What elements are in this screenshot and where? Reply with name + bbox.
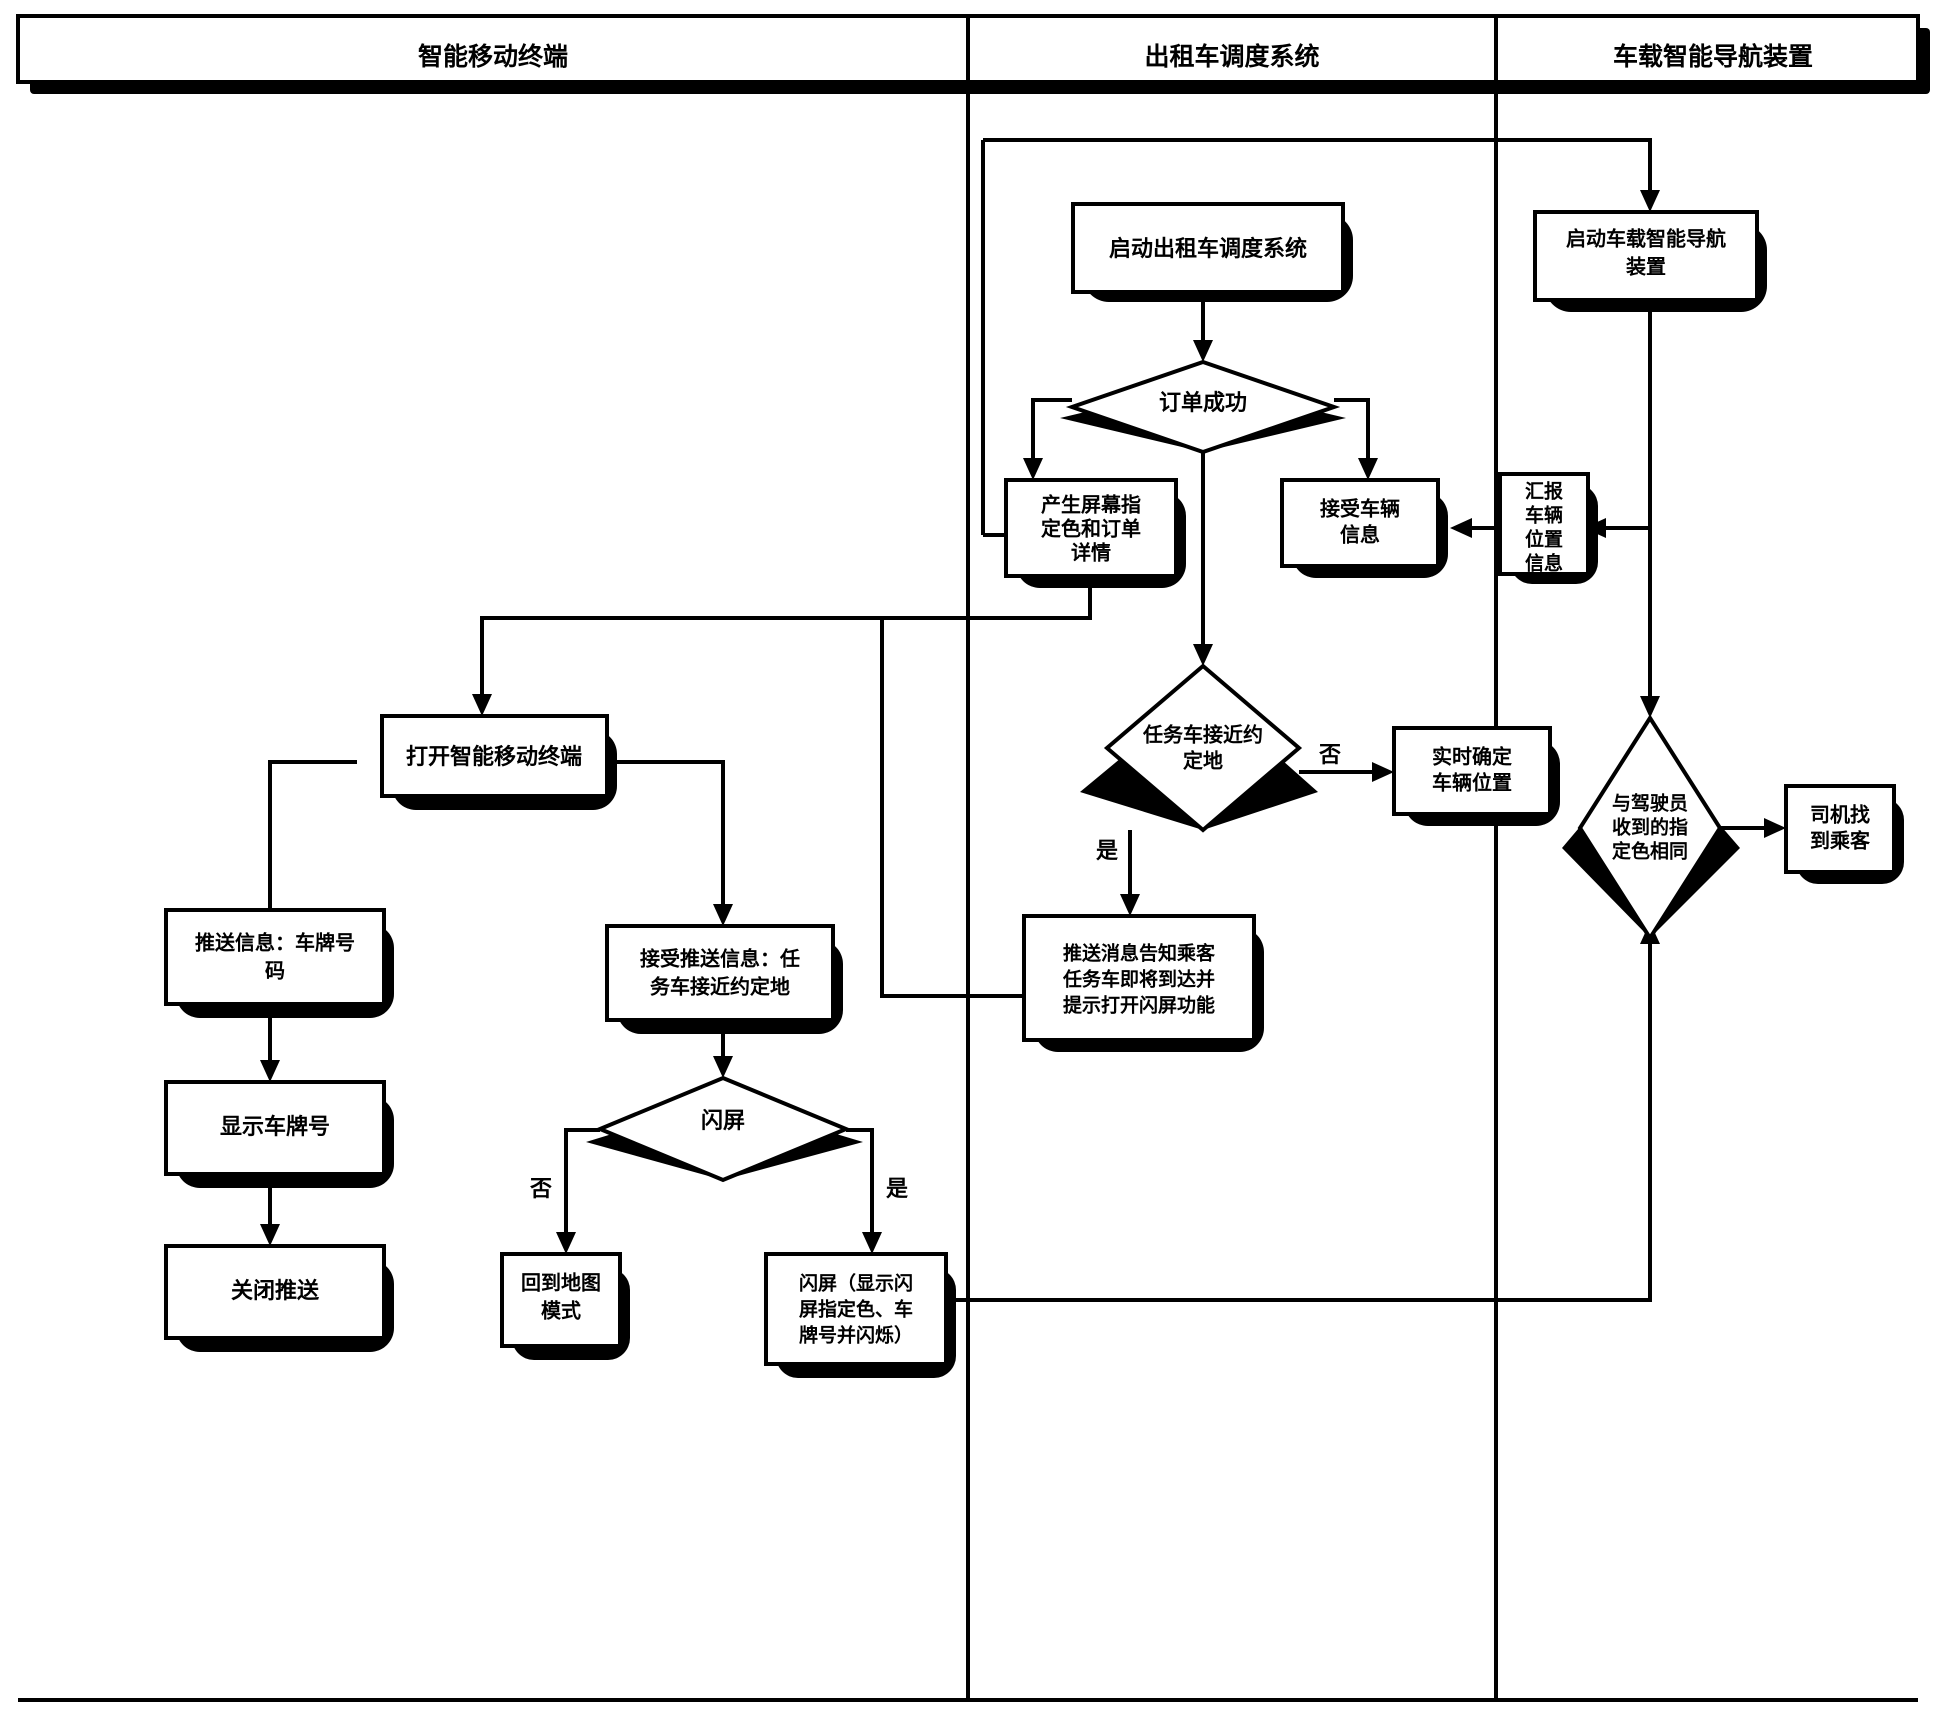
node-flash-screen-display[interactable]: 闪屏（显示闪 屏指定色、车 牌号并闪烁） xyxy=(764,1252,956,1378)
node-flash-screen-display-line-2: 牌号并闪烁） xyxy=(799,1324,913,1347)
node-close-push[interactable]: 关闭推送 xyxy=(164,1244,394,1352)
node-flash-screen-decision-line-0: 闪屏 xyxy=(701,1109,745,1134)
node-report-vehicle-position-line-1: 车辆 xyxy=(1525,504,1563,527)
node-flash-screen-display-line-1: 屏指定色、车 xyxy=(799,1298,913,1321)
node-task-car-near-destination-line-1: 定地 xyxy=(1183,749,1223,773)
node-show-plate-number[interactable]: 显示车牌号 xyxy=(164,1080,394,1188)
swimlane-header: 智能移动终端 出租车调度系统 车载智能导航装置 xyxy=(16,14,1930,94)
node-order-success-line-0: 订单成功 xyxy=(1159,391,1247,416)
node-receive-push-info-line-1: 务车接近约定地 xyxy=(650,975,790,999)
node-report-vehicle-position-line-2: 位置 xyxy=(1525,528,1563,551)
node-close-push-line-0: 关闭推送 xyxy=(231,1278,319,1304)
node-receive-push-info[interactable]: 接受推送信息：任 务车接近约定地 xyxy=(605,924,843,1034)
edge-label-flash-no: 否 xyxy=(529,1177,552,1202)
flowchart-svg: 智能移动终端 出租车调度系统 车载智能导航装置 否 是 否 是 启动出租车调度系… xyxy=(16,14,1930,1702)
node-color-matches-driver-line-0: 与驾驶员 xyxy=(1612,792,1688,815)
node-open-mobile-terminal[interactable]: 打开智能移动终端 xyxy=(380,714,617,810)
node-push-arrival-message-line-2: 提示打开闪屏功能 xyxy=(1063,994,1215,1017)
node-receive-push-info-line-0: 接受推送信息：任 xyxy=(640,947,800,971)
node-flash-screen-display-line-0: 闪屏（显示闪 xyxy=(799,1272,913,1295)
node-push-arrival-message-line-0: 推送消息告知乘客 xyxy=(1063,942,1216,965)
node-report-vehicle-position[interactable]: 汇报 车辆 位置 信息 xyxy=(1498,472,1598,584)
node-driver-found-passenger[interactable]: 司机找 到乘客 xyxy=(1784,784,1904,884)
node-open-mobile-terminal-line-0: 打开智能移动终端 xyxy=(406,744,582,770)
node-start-dispatch[interactable]: 启动出租车调度系统 xyxy=(1071,202,1353,302)
node-report-vehicle-position-line-3: 信息 xyxy=(1525,552,1563,575)
node-push-plate-number-line-0: 推送信息：车牌号 xyxy=(195,931,355,955)
node-flash-screen-decision[interactable]: 闪屏 xyxy=(586,1075,863,1183)
node-generate-screen-color-line-1: 定色和订单 xyxy=(1041,517,1141,541)
node-accept-vehicle-info-line-0: 接受车辆 xyxy=(1320,497,1400,521)
node-start-nav-device-line-1: 装置 xyxy=(1625,255,1666,279)
node-realtime-vehicle-position-line-1: 车辆位置 xyxy=(1432,771,1512,795)
lane-title-nav: 车载智能导航装置 xyxy=(1613,42,1813,71)
edge-label-near-dest-no: 否 xyxy=(1318,743,1341,768)
node-push-arrival-message[interactable]: 推送消息告知乘客 任务车即将到达并 提示打开闪屏功能 xyxy=(1022,914,1264,1052)
node-push-arrival-message-line-1: 任务车即将到达并 xyxy=(1062,968,1215,991)
node-show-plate-number-line-0: 显示车牌号 xyxy=(220,1114,330,1140)
lane-title-dispatch: 出租车调度系统 xyxy=(1144,42,1319,71)
node-driver-found-passenger-line-1: 到乘客 xyxy=(1810,829,1871,853)
node-task-car-near-destination[interactable]: 任务车接近约 定地 xyxy=(1080,663,1318,833)
node-back-to-map-mode-line-0: 回到地图 xyxy=(521,1271,601,1295)
node-accept-vehicle-info-line-1: 信息 xyxy=(1340,523,1380,547)
node-task-car-near-destination-line-0: 任务车接近约 xyxy=(1142,723,1263,747)
edge-label-near-dest-yes: 是 xyxy=(1096,839,1118,864)
node-start-nav-device[interactable]: 启动车载智能导航 装置 xyxy=(1533,210,1767,312)
node-generate-screen-color[interactable]: 产生屏幕指 定色和订单 详情 xyxy=(1004,478,1186,588)
node-back-to-map-mode[interactable]: 回到地图 模式 xyxy=(500,1252,630,1360)
node-report-vehicle-position-line-0: 汇报 xyxy=(1525,480,1563,503)
node-order-success[interactable]: 订单成功 xyxy=(1060,359,1346,455)
node-push-plate-number[interactable]: 推送信息：车牌号 码 xyxy=(164,908,394,1018)
node-start-dispatch-line-0: 启动出租车调度系统 xyxy=(1109,236,1307,262)
flowchart-canvas: 智能移动终端 出租车调度系统 车载智能导航装置 否 是 否 是 启动出租车调度系… xyxy=(0,0,1941,1733)
node-realtime-vehicle-position-line-0: 实时确定 xyxy=(1432,745,1512,769)
lane-title-mobile: 智能移动终端 xyxy=(418,42,568,71)
node-push-plate-number-line-1: 码 xyxy=(265,959,285,983)
node-accept-vehicle-info[interactable]: 接受车辆 信息 xyxy=(1280,478,1448,578)
node-realtime-vehicle-position[interactable]: 实时确定 车辆位置 xyxy=(1392,726,1560,826)
node-start-nav-device-line-0: 启动车载智能导航 xyxy=(1566,227,1726,251)
edge-label-flash-yes: 是 xyxy=(886,1177,908,1202)
node-back-to-map-mode-line-1: 模式 xyxy=(541,1299,581,1323)
node-color-matches-driver-line-1: 收到的指 xyxy=(1612,816,1688,839)
node-generate-screen-color-line-0: 产生屏幕指 xyxy=(1041,493,1141,517)
node-driver-found-passenger-line-0: 司机找 xyxy=(1810,803,1870,827)
node-color-matches-driver-line-2: 定色相同 xyxy=(1612,840,1688,863)
node-color-matches-driver[interactable]: 与驾驶员 收到的指 定色相同 xyxy=(1562,714,1740,942)
node-generate-screen-color-line-2: 详情 xyxy=(1071,541,1111,565)
